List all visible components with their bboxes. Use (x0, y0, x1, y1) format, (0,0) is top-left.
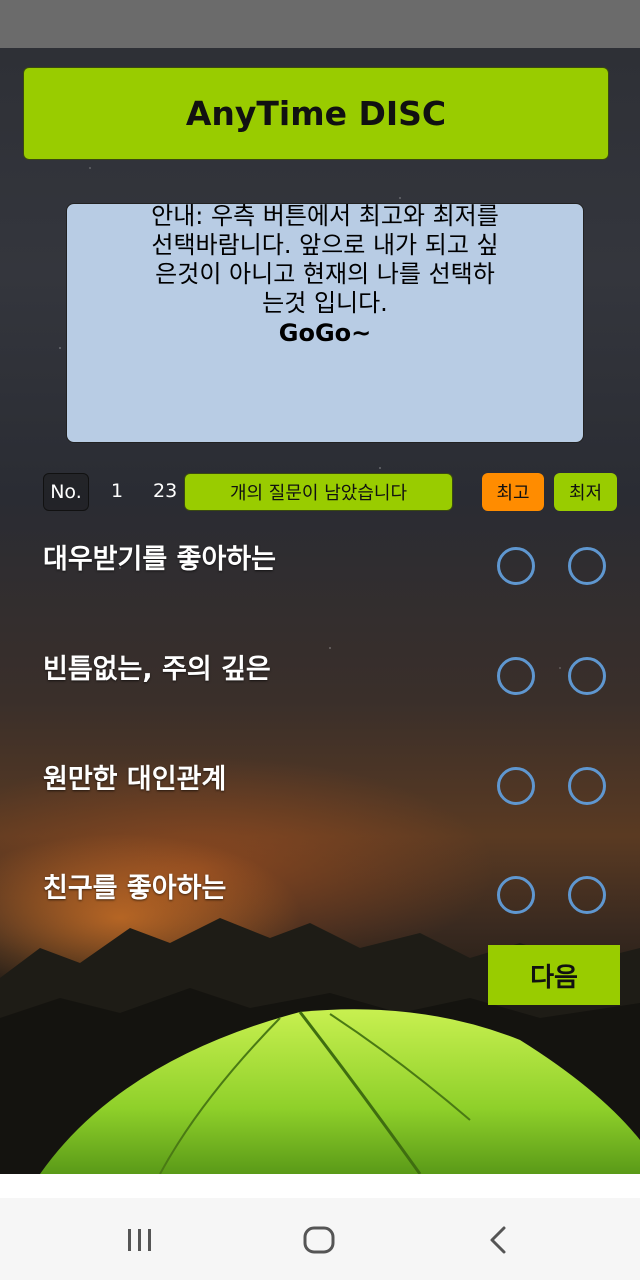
best-column-header: 최고 (482, 473, 544, 511)
best-radio-button[interactable] (497, 657, 535, 695)
best-radio-button[interactable] (497, 767, 535, 805)
question-text: 친구를 좋아하는 (43, 873, 227, 904)
next-button[interactable]: 다음 (488, 945, 620, 1005)
question-text: 대우받기를 좋아하는 (43, 544, 276, 575)
question-text: 빈틈없는, 주의 깊은 (43, 654, 271, 685)
instruction-line: 는것 입니다. (262, 289, 388, 317)
worst-radio-button[interactable] (568, 657, 606, 695)
app-title-bar: AnyTime DISC (23, 67, 609, 160)
instruction-gogo: GoGo~ (278, 319, 372, 347)
system-navigation-bar (0, 1198, 640, 1280)
instruction-line: 은것이 아니고 현재의 나를 선택하 (155, 260, 495, 288)
question-row: 빈틈없는, 주의 깊은 (0, 643, 640, 703)
instruction-line: 선택바람니다. 앞으로 내가 되고 싶 (151, 231, 499, 259)
question-number-label: No. (43, 473, 89, 511)
question-row: 원만한 대인관계 (0, 753, 640, 813)
worst-radio-button[interactable] (568, 547, 606, 585)
question-row: 대우받기를 좋아하는 (0, 533, 640, 593)
instruction-text: 안내: 우측 버튼에서 최고와 최저를 선택바람니다. 앞으로 내가 되고 싶 … (79, 203, 571, 318)
app-title: AnyTime DISC (185, 94, 447, 133)
question-row: 친구를 좋아하는 (0, 862, 640, 922)
best-radio-button[interactable] (497, 876, 535, 914)
remaining-questions-label: 개의 질문이 남았습니다 (184, 473, 453, 511)
worst-column-header: 최저 (554, 473, 617, 511)
worst-radio-button[interactable] (568, 876, 606, 914)
question-text: 원만한 대인관계 (43, 764, 227, 795)
tent-illustration (40, 1009, 640, 1174)
recent-apps-icon[interactable] (120, 1220, 160, 1260)
home-icon[interactable] (299, 1220, 339, 1260)
app-screen: AnyTime DISC 안내: 우측 버튼에서 최고와 최저를 선택바람니다.… (0, 0, 640, 1280)
worst-radio-button[interactable] (568, 767, 606, 805)
current-question-number: 1 (111, 480, 124, 502)
back-icon[interactable] (478, 1220, 518, 1260)
status-bar (0, 0, 640, 48)
remaining-count: 23 (153, 480, 178, 502)
best-radio-button[interactable] (497, 547, 535, 585)
instruction-line: 안내: 우측 버튼에서 최고와 최저를 (151, 203, 499, 230)
instruction-box: 안내: 우측 버튼에서 최고와 최저를 선택바람니다. 앞으로 내가 되고 싶 … (66, 203, 584, 443)
